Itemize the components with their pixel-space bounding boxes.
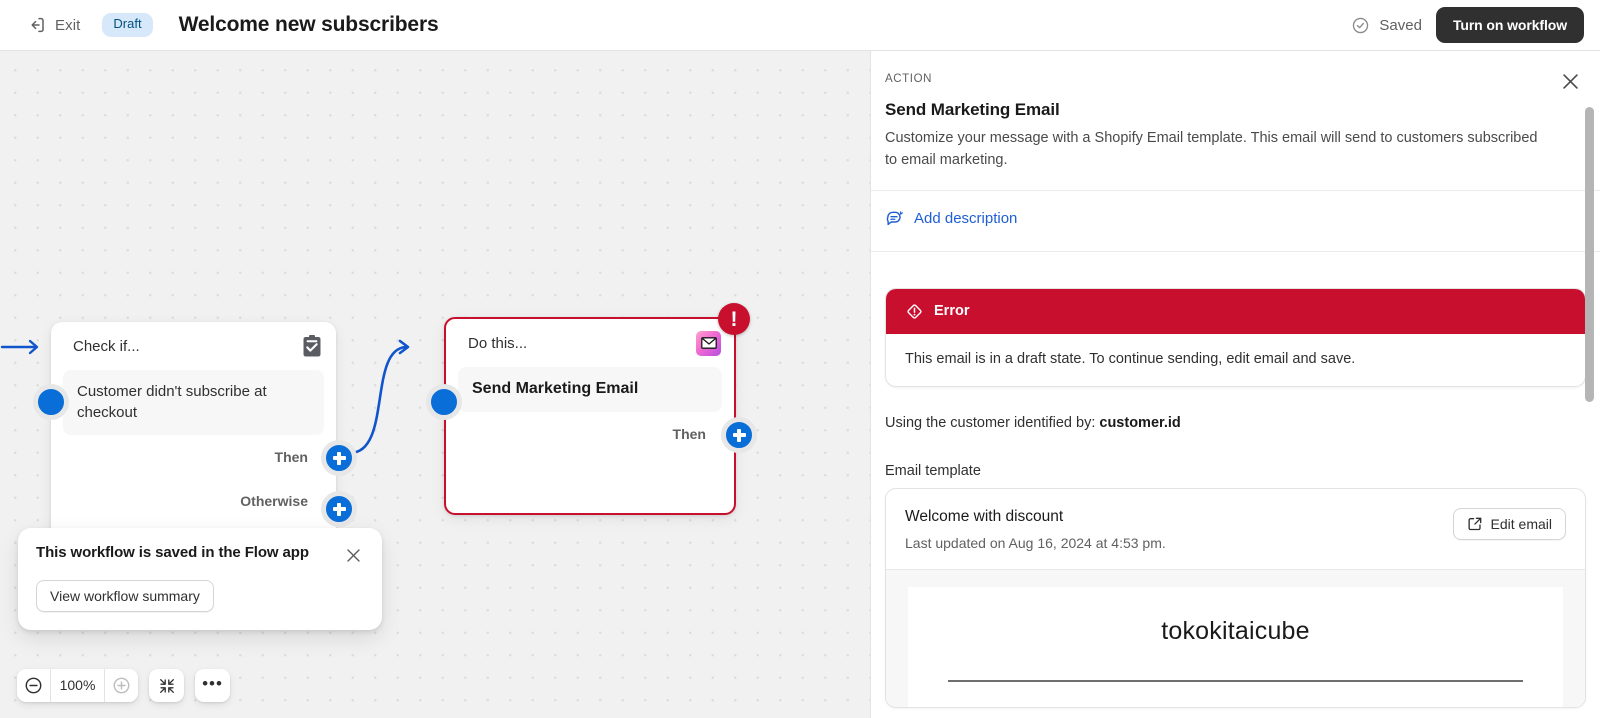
node-error-badge[interactable]: !	[718, 303, 750, 335]
add-step-then-button[interactable]	[321, 440, 357, 476]
workflow-node-check-if[interactable]: Check if... Customer didn't subscribe at…	[51, 322, 336, 544]
saved-indicator: Saved	[1351, 16, 1422, 35]
collapse-arrows-icon[interactable]	[149, 669, 184, 702]
panel-eyebrow: ACTION	[885, 73, 933, 85]
add-description-button[interactable]: Add description	[885, 209, 1017, 228]
panel-description: Customize your message with a Shopify Em…	[885, 130, 1538, 169]
top-bar: Exit Draft Welcome new subscribers Saved…	[0, 0, 1600, 51]
zoom-level-value[interactable]: 100%	[50, 669, 105, 702]
add-description-row: Add description	[871, 191, 1600, 252]
email-template-card: Welcome with discount Last updated on Au…	[885, 487, 1586, 708]
error-banner-message: This email is in a draft state. To conti…	[905, 350, 1356, 367]
node-condition-box: Customer didn't subscribe at checkout	[63, 370, 324, 435]
zoom-group: 100%	[17, 669, 138, 702]
exit-label: Exit	[55, 16, 81, 34]
branch-row-then: Then	[51, 435, 336, 479]
node-action-box: Send Marketing Email	[458, 367, 722, 412]
plus-circle-icon[interactable]	[105, 669, 138, 702]
panel-scrollbar-track[interactable]	[1585, 51, 1597, 718]
alert-diamond-icon	[905, 302, 924, 321]
panel-scrollbar-thumb[interactable]	[1585, 107, 1594, 402]
flow-app-toast-row: This workflow is saved in the Flow app	[36, 544, 364, 566]
panel-title: Send Marketing Email	[885, 100, 1060, 119]
edit-email-button[interactable]: Edit email	[1452, 507, 1566, 540]
using-customer-line: Using the customer identified by: custom…	[885, 415, 1586, 431]
minus-circle-icon[interactable]	[17, 669, 50, 702]
edit-email-label: Edit email	[1490, 515, 1552, 532]
email-envelope-icon	[696, 330, 721, 356]
page-title: Welcome new subscribers	[178, 13, 439, 36]
ellipsis-glyph: •••	[202, 674, 223, 693]
email-template-meta: Welcome with discount Last updated on Au…	[905, 508, 1453, 551]
branch-label-then: Then	[274, 448, 308, 465]
email-template-name: Welcome with discount	[905, 507, 1064, 525]
workflow-canvas[interactable]: Check if... Customer didn't subscribe at…	[0, 51, 870, 718]
node-header: Check if...	[51, 322, 336, 370]
comment-icon	[885, 209, 904, 228]
using-customer-prefix: Using the customer identified by:	[885, 414, 1100, 431]
flow-app-toast: This workflow is saved in the Flow app V…	[18, 528, 382, 630]
exit-arrow-icon	[26, 15, 46, 35]
branch-label-otherwise: Otherwise	[240, 492, 308, 509]
close-icon[interactable]	[342, 544, 364, 566]
error-banner-header: Error	[886, 288, 1585, 334]
error-banner-heading: Error	[934, 303, 970, 320]
add-description-label: Add description	[914, 209, 1018, 227]
add-step-after-action-button[interactable]	[721, 417, 757, 453]
email-template-label: Email template	[885, 462, 981, 479]
using-customer-value: customer.id	[1099, 414, 1181, 431]
node-title: Check if...	[73, 337, 140, 355]
node-header: Do this...	[446, 319, 734, 367]
node-input-dot-check-if[interactable]	[33, 384, 69, 420]
branch-label-then: Then	[672, 425, 706, 442]
ellipsis-icon[interactable]: •••	[195, 669, 230, 702]
node-condition-text: Customer didn't subscribe at checkout	[77, 383, 267, 422]
node-title: Do this...	[468, 334, 528, 352]
error-banner: Error This email is in a draft state. To…	[885, 287, 1586, 387]
turn-on-workflow-button[interactable]: Turn on workflow	[1435, 7, 1584, 43]
action-details-panel: ACTION Send Marketing Email Customize yo…	[870, 51, 1600, 718]
branch-row-otherwise: Otherwise	[51, 479, 336, 523]
email-preview-area: tokokitaicube	[886, 568, 1585, 707]
view-workflow-summary-button[interactable]: View workflow summary	[36, 580, 214, 612]
workflow-node-do-this[interactable]: ! Do this... Send Marketing Email Then	[444, 303, 750, 515]
node-input-dot-do-this[interactable]	[426, 384, 462, 420]
saved-label: Saved	[1379, 16, 1422, 34]
email-preview-brand: tokokitaicube	[1161, 616, 1310, 645]
panel-header: ACTION Send Marketing Email Customize yo…	[871, 51, 1600, 191]
top-bar-right: Saved Turn on workflow	[1351, 7, 1584, 43]
node-action-text: Send Marketing Email	[472, 380, 639, 397]
check-circle-icon	[1351, 16, 1370, 35]
zoom-toolbar: 100% •••	[17, 669, 230, 702]
add-step-otherwise-button[interactable]	[321, 491, 357, 527]
email-template-updated: Last updated on Aug 16, 2024 at 4:53 pm.	[905, 534, 1166, 551]
email-preview-sheet: tokokitaicube	[908, 586, 1563, 707]
panel-scroll-content: ACTION Send Marketing Email Customize yo…	[871, 51, 1600, 718]
exit-button[interactable]: Exit	[18, 9, 88, 41]
branch-row-then: Then	[446, 412, 734, 456]
close-icon[interactable]	[1558, 69, 1582, 93]
external-link-icon	[1467, 516, 1483, 532]
email-template-header: Welcome with discount Last updated on Au…	[886, 489, 1585, 569]
flow-app-toast-title: This workflow is saved in the Flow app	[36, 544, 309, 561]
email-preview-divider	[948, 679, 1523, 682]
status-badge: Draft	[102, 13, 153, 37]
clipboard-check-icon	[301, 334, 323, 358]
